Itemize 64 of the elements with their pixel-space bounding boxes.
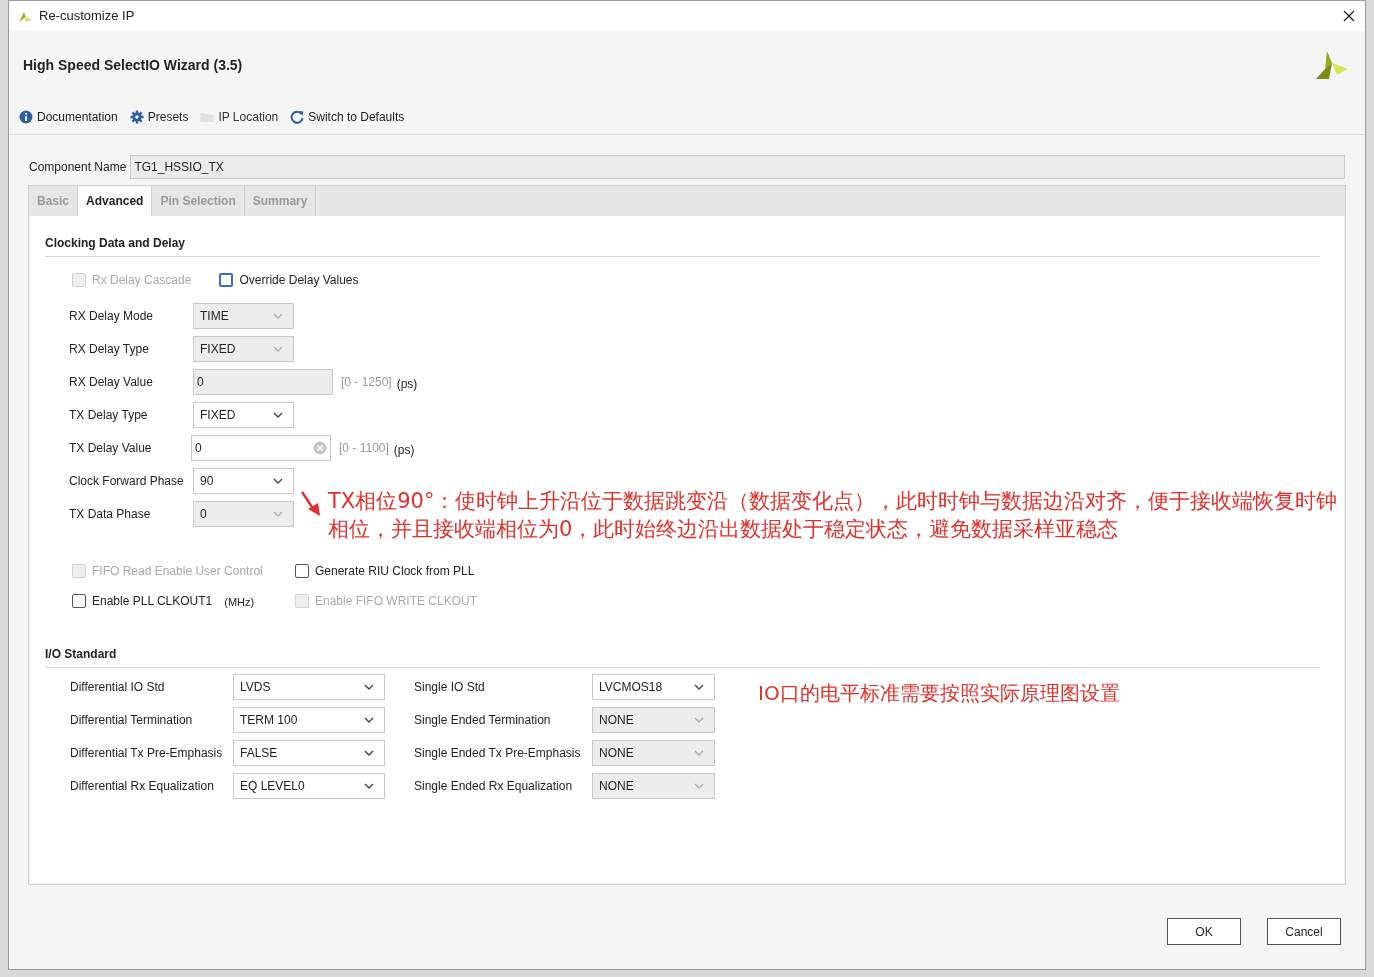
field-label: Differential Rx Equalization [70, 778, 215, 795]
field-label: Differential Termination [70, 712, 194, 729]
field-label: RX Delay Mode [69, 308, 155, 325]
field-label: TX Data Phase [69, 506, 152, 523]
field-label: Differential IO Std [70, 679, 166, 696]
field-label: RX Delay Value [69, 374, 154, 391]
field-label: Component Name [29, 159, 127, 176]
chevron-icon [273, 412, 283, 418]
dropdown[interactable]: EQ LEVEL0 [233, 773, 385, 799]
field-label: Clock Forward Phase [69, 473, 185, 490]
input-field[interactable]: 0 [191, 435, 331, 461]
close-icon[interactable] [1343, 10, 1355, 22]
chevron-icon [273, 511, 283, 517]
dropdown[interactable]: LVDS [233, 674, 385, 700]
dropdown[interactable]: TERM 100 [233, 707, 385, 733]
window-title: Re-customize IP [39, 7, 136, 26]
chevron-icon [364, 684, 374, 690]
info-icon [19, 109, 33, 124]
range-hint: [0 - 1250] [341, 374, 392, 391]
annotation-text: TX相位90°：使时钟上升沿位于数据跳变沿（数据变化点），此时时钟与数据边沿对齐，便于接收端恢复时钟相位，并且接收端相位为0，此时始终边沿出数据处于稳定状态，避免数据采样亚稳态 [328, 488, 1339, 543]
toolbar-button[interactable]: Presets [129, 107, 189, 126]
chevron-icon [694, 684, 704, 690]
field-label: TX Delay Value [69, 440, 153, 457]
field-label: RX Delay Type [69, 341, 150, 358]
chevron-icon [364, 783, 374, 789]
settings-icon [129, 109, 144, 124]
chevron-icon [694, 717, 704, 723]
chevron-icon [364, 717, 374, 723]
field-label: Differential Tx Pre-Emphasis [70, 745, 224, 762]
field-label: Single Ended Termination [414, 712, 552, 729]
toolbar-button[interactable]: Documentation [19, 107, 118, 126]
chevron-icon [364, 750, 374, 756]
section-title: Clocking Data and Delay [45, 234, 1320, 257]
unit-label: (MHz) [224, 595, 255, 611]
wizard-title: High Speed SelectIO Wizard (3.5) [23, 55, 243, 75]
section-title: I/O Standard [45, 645, 1320, 668]
arrow-icon [300, 490, 322, 518]
field-label: TX Delay Type [69, 407, 149, 424]
chevron-icon [694, 783, 704, 789]
dropdown[interactable]: FIXED [193, 402, 294, 428]
dropdown[interactable]: 90 [193, 468, 294, 494]
checkbox[interactable]: Override Delay Values [219, 271, 359, 289]
unit-label: (ps) [393, 441, 415, 459]
checkbox[interactable]: Enable PLL CLKOUT1 [72, 592, 213, 610]
chevron-icon [694, 750, 704, 756]
field-label: Single Ended Rx Equalization [414, 778, 574, 795]
checkbox[interactable]: Generate RIU Clock from PLL [295, 562, 475, 580]
chevron-icon [273, 313, 283, 319]
field-label: Single IO Std [414, 679, 486, 696]
dropdown[interactable]: LVCMOS18 [592, 674, 715, 700]
chevron-icon [273, 346, 283, 352]
field-label: Single Ended Tx Pre-Emphasis [414, 745, 582, 762]
dropdown[interactable]: FALSE [233, 740, 385, 766]
tab[interactable]: Advanced [78, 186, 153, 216]
logo-icon [1315, 49, 1349, 81]
component-name-field[interactable]: TG1_HSSIO_TX [130, 155, 1345, 179]
cancel-button[interactable]: Cancel [1267, 918, 1341, 945]
unit-label: (ps) [396, 375, 418, 393]
toolbar-button[interactable]: Switch to Defaults [290, 107, 405, 126]
refresh-icon [290, 109, 305, 124]
annotation-text: IO口的电平标准需要按照实际原理图设置 [758, 680, 1120, 707]
ok-button[interactable]: OK [1167, 918, 1241, 945]
chevron-icon [273, 478, 283, 484]
range-hint: [0 - 1100] [339, 440, 389, 457]
